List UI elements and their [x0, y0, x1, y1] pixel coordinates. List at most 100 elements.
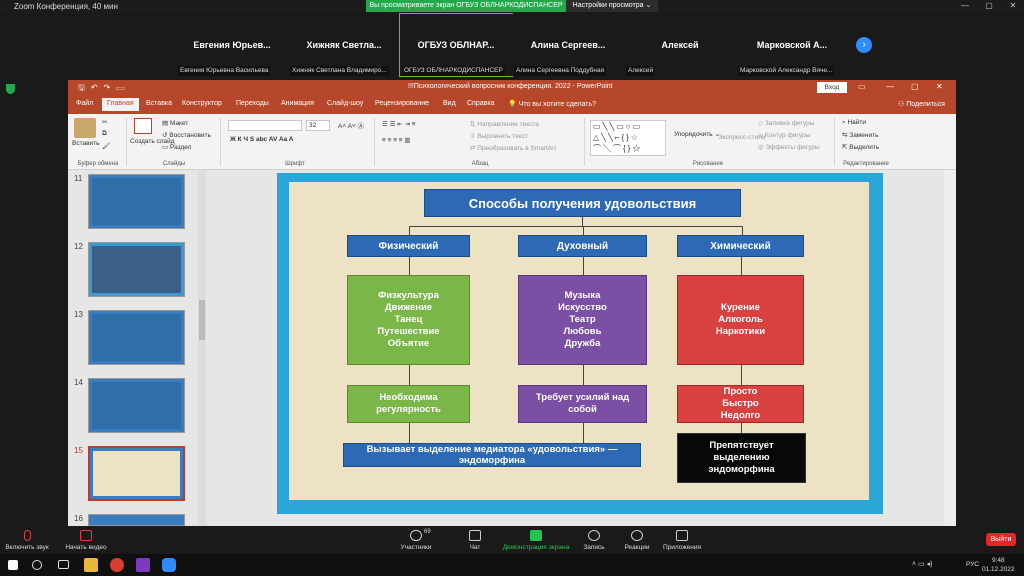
scrollbar-thumb[interactable]: [199, 300, 205, 340]
maximize-icon[interactable]: ▢: [982, 1, 996, 12]
list-buttons[interactable]: ☰ ☰ ⇤ ⇥ ≡: [382, 120, 416, 128]
tray-icons[interactable]: ˄ ▭ ◂): [912, 560, 932, 568]
align-buttons[interactable]: ≡ ≡ ≡ ≡ ▥: [382, 136, 411, 144]
font-family-input[interactable]: [228, 120, 302, 131]
tab-home[interactable]: Главная: [102, 98, 139, 111]
tell-me-search[interactable]: 💡 Что вы хотите сделать?: [508, 100, 596, 108]
tab-insert[interactable]: Вставка: [146, 100, 172, 107]
section-button[interactable]: ▭ Раздел: [162, 143, 191, 151]
spiritual-items-box: Музыка Искусство Театр Любовь Дружба: [518, 275, 647, 365]
chrome-icon[interactable]: [110, 558, 124, 572]
text-direction-button[interactable]: ⇅ Направление текста: [470, 120, 539, 128]
slide-thumbnail[interactable]: [88, 174, 185, 229]
font-size-input[interactable]: 32: [306, 120, 330, 131]
close-icon[interactable]: ✕: [1006, 1, 1020, 12]
participant-tile[interactable]: Евгения Юрьев... Евгения Юрьевна Василье…: [176, 14, 288, 76]
start-video-button[interactable]: Начать видео: [62, 530, 110, 551]
list-item: Музыка: [564, 290, 601, 301]
reactions-button[interactable]: Реакции: [622, 530, 652, 551]
file-explorer-icon[interactable]: [84, 558, 98, 572]
shape-effects-label: Эффекты фигуры: [765, 144, 820, 151]
thumbnail-preview: [93, 451, 180, 496]
shape-fill-button[interactable]: ◇ Заливка фигуры: [758, 119, 814, 127]
paste-icon[interactable]: [74, 118, 96, 138]
copy-icon[interactable]: ⧉: [102, 130, 107, 138]
tab-design[interactable]: Конструктор: [182, 100, 222, 107]
participant-tile[interactable]: Марковской А... Марковской Александр Вяч…: [736, 14, 848, 76]
task-view-icon[interactable]: [58, 560, 69, 569]
slide-thumbnail[interactable]: [88, 514, 185, 526]
smartart-button[interactable]: ⇄ Преобразовать в SmartArt: [470, 144, 556, 152]
participant-tile[interactable]: Хижняк Светла... Хижняк Светлана Владими…: [288, 14, 400, 76]
find-button[interactable]: ⌕ Найти: [842, 119, 866, 127]
tab-animations[interactable]: Анимация: [281, 100, 314, 107]
login-button[interactable]: Вход: [817, 82, 847, 93]
new-slide-icon[interactable]: [134, 118, 152, 134]
participant-tile[interactable]: Алина Сергеев... Алина Сергеевна Поддубн…: [512, 14, 624, 76]
participant-tile[interactable]: Алексей Алексей: [624, 14, 736, 76]
ribbon-tabs: Файл Главная Вставка Конструктор Переход…: [68, 96, 956, 114]
format-painter-icon[interactable]: 🖌: [102, 142, 110, 150]
paste-label[interactable]: Вставить: [72, 140, 100, 147]
ribbon-display-icon[interactable]: ▭: [858, 82, 866, 91]
participant-label: Марковской Александр Вяче...: [738, 66, 835, 76]
participant-tile-active[interactable]: ОГБУЗ ОБЛНАР... ОГБУЗ ОБЛНАРКОДИСПАНСЕР: [399, 13, 513, 77]
zoom-app-icon[interactable]: [162, 558, 176, 572]
minimize-icon[interactable]: —: [958, 1, 972, 12]
language-indicator[interactable]: РУС: [966, 561, 979, 568]
chat-label: Чат: [469, 544, 481, 551]
thumb-number: 14: [74, 378, 83, 387]
app-icon[interactable]: [136, 558, 150, 572]
view-options-button[interactable]: Настройки просмотра ⌄: [566, 0, 658, 12]
tab-help[interactable]: Справка: [467, 100, 494, 107]
windows-start-icon[interactable]: [8, 560, 18, 570]
ppt-maximize-icon[interactable]: ▢: [911, 82, 919, 91]
reset-button[interactable]: ↺ Восстановить: [162, 131, 211, 139]
replace-button[interactable]: ⇆ Заменить: [842, 131, 878, 139]
tab-review[interactable]: Рецензирование: [375, 100, 429, 107]
record-button[interactable]: Запись: [580, 530, 608, 551]
shape-effects-button[interactable]: ◎ Эффекты фигуры: [758, 143, 820, 151]
select-button[interactable]: ⇱ Выделить: [842, 143, 879, 151]
slide-thumbnail-selected[interactable]: [88, 446, 185, 501]
search-icon[interactable]: [32, 560, 42, 570]
participant-name: Алина Сергеев...: [530, 40, 606, 50]
chemical-items-box: Курение Алкоголь Наркотики: [677, 275, 804, 365]
thumbnail-scrollbar[interactable]: [198, 170, 206, 526]
cut-icon[interactable]: ✂: [102, 118, 107, 126]
tab-file[interactable]: Файл: [76, 100, 93, 107]
participants-label: Участники: [400, 544, 432, 551]
font-format-buttons[interactable]: Ж К Ч S abc AV Aa A: [230, 136, 293, 143]
select-label: Выделить: [849, 144, 880, 151]
apps-button[interactable]: Приложения: [660, 530, 704, 551]
next-participants-icon[interactable]: ›: [856, 37, 872, 53]
slide-canvas[interactable]: Способы получения удовольствия Физически…: [277, 173, 883, 514]
arrange-button[interactable]: Упорядочить ⌄: [674, 130, 720, 138]
leave-button[interactable]: Выйти: [986, 533, 1016, 546]
share-label: Поделиться: [906, 101, 945, 108]
tab-transitions[interactable]: Переходы: [236, 100, 269, 107]
chat-button[interactable]: Чат: [465, 530, 485, 551]
editor-scrollbar[interactable]: [944, 170, 956, 526]
layout-button[interactable]: ▤ Макет: [162, 119, 188, 127]
tab-slideshow[interactable]: Слайд-шоу: [327, 100, 363, 107]
tab-view[interactable]: Вид: [443, 100, 456, 107]
thumbnail-preview: [92, 382, 181, 429]
shapes-gallery[interactable]: ▭╲╲▭○▭ △╲╲⌐{}☆ ⌒╲⌒{}☆: [590, 120, 666, 156]
shape-outline-button[interactable]: ▱ Контур фигуры: [758, 131, 810, 139]
ppt-minimize-icon[interactable]: —: [886, 82, 894, 91]
slide-thumbnail[interactable]: [88, 242, 185, 297]
font-grow-shrink-icon[interactable]: A˄ A˅ Ⓐ: [338, 120, 364, 130]
slide-thumbnail[interactable]: [88, 378, 185, 433]
share-screen-button[interactable]: Демонстрация экрана: [502, 530, 570, 551]
slide-thumbnail[interactable]: [88, 310, 185, 365]
quick-access-toolbar[interactable]: 🖫↶↷▭: [78, 82, 130, 96]
connector-arrow: [583, 365, 584, 385]
share-button[interactable]: ⚇ Поделиться: [898, 100, 945, 108]
system-clock[interactable]: 9:48 01.12.2022: [982, 556, 1015, 574]
connector-line: [409, 226, 743, 227]
align-text-button[interactable]: ⇳ Выровнять текст: [470, 132, 528, 140]
ppt-close-icon[interactable]: ✕: [936, 82, 943, 91]
endorphin-effect-box: Вызывает выделение медиатора «удовольств…: [343, 443, 641, 467]
unmute-button[interactable]: Включить звук: [4, 530, 50, 551]
